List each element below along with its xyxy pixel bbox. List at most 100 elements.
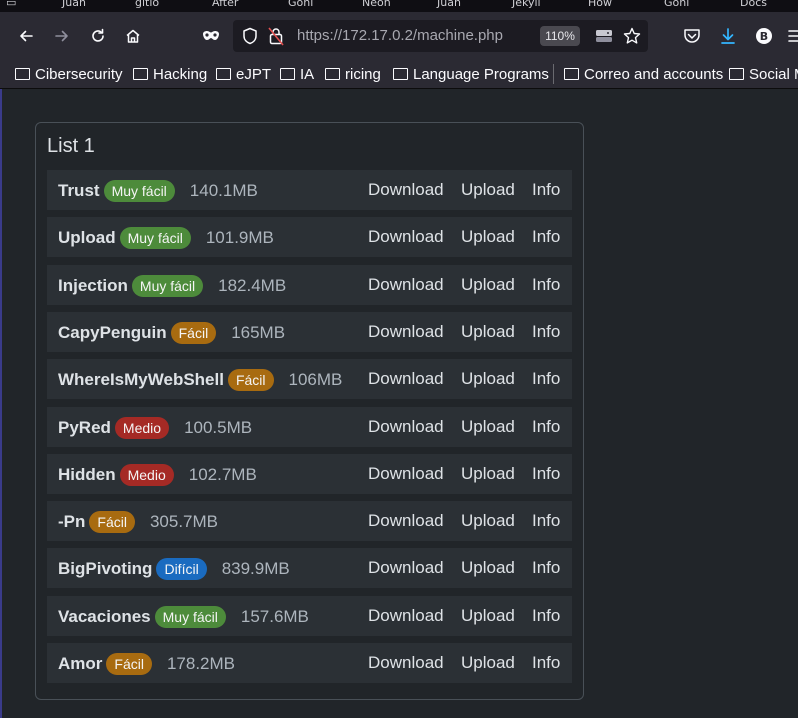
machine-name: Hidden (58, 465, 116, 484)
info-link[interactable]: Info (532, 606, 560, 626)
info-link[interactable]: Info (532, 275, 560, 295)
upload-link[interactable]: Upload (461, 606, 515, 626)
tab-7[interactable]: Jekyll (512, 0, 541, 10)
tab-3[interactable]: After (212, 0, 238, 10)
bookmark-folder-language-programs[interactable]: Language Programs (393, 64, 549, 84)
upload-link[interactable]: Upload (461, 653, 515, 673)
difficulty-badge: Muy fácil (119, 227, 191, 249)
insecure-lock-icon[interactable] (268, 26, 284, 50)
url-bar[interactable]: https://172.17.0.2/machine.php 110% (233, 20, 648, 52)
bookmark-folder-ricing[interactable]: ricing (325, 64, 381, 84)
tab-10[interactable]: Docs (740, 0, 767, 10)
download-link[interactable]: Download (368, 464, 444, 484)
url-text[interactable]: https://172.17.0.2/machine.php (297, 27, 503, 44)
upload-link[interactable]: Upload (461, 369, 515, 389)
machine-name: Vacaciones (58, 607, 151, 626)
upload-link[interactable]: Upload (461, 417, 515, 437)
upload-link[interactable]: Upload (461, 511, 515, 531)
zoom-level-badge[interactable]: 110% (540, 26, 580, 46)
folder-icon (393, 68, 408, 80)
info-link[interactable]: Info (532, 558, 560, 578)
download-link[interactable]: Download (368, 511, 444, 531)
machine-list-card: List 1 Trust Muy fácil 140.1MB Download Uplo… (35, 122, 584, 700)
download-link[interactable]: Download (368, 275, 444, 295)
download-link[interactable]: Download (368, 653, 444, 673)
bookmark-folder-hacking[interactable]: Hacking (133, 64, 207, 84)
tab-list-icon[interactable]: ▭ (6, 0, 16, 10)
machine-name: -Pn (58, 512, 86, 531)
machine-row: Vacaciones Muy fácil 157.6MB Download Upload… (47, 596, 572, 636)
info-link[interactable]: Info (532, 180, 560, 200)
info-link[interactable]: Info (532, 511, 560, 531)
difficulty-badge: Medio (114, 417, 170, 439)
tab-9[interactable]: Goni (664, 0, 689, 10)
machine-info: WhereIsMyWebShell Fácil 106MB (58, 369, 342, 391)
navigation-toolbar: https://172.17.0.2/machine.php 110% B (0, 12, 798, 60)
reload-icon[interactable] (86, 24, 110, 48)
info-link[interactable]: Info (532, 322, 560, 342)
machine-size: 182.4MB (218, 276, 287, 295)
machine-size: 101.9MB (205, 228, 274, 247)
machine-row: PyRed Medio 100.5MB Download Upload Info (47, 407, 572, 447)
difficulty-badge: Muy fácil (131, 275, 204, 297)
info-link[interactable]: Info (532, 369, 560, 389)
bookmark-folder-ia[interactable]: IA (280, 64, 314, 84)
tab-4[interactable]: Goni (288, 0, 313, 10)
tab-8[interactable]: How (588, 0, 612, 10)
info-link[interactable]: Info (532, 464, 560, 484)
machine-info: -Pn Fácil 305.7MB (58, 511, 218, 533)
info-link[interactable]: Info (532, 417, 560, 437)
download-link[interactable]: Download (368, 606, 444, 626)
extension-b-icon[interactable]: B (752, 24, 776, 48)
machine-name: WhereIsMyWebShell (58, 370, 224, 389)
info-link[interactable]: Info (532, 227, 560, 247)
download-link[interactable]: Download (368, 322, 444, 342)
machine-row: BigPivoting Difícil 839.9MB Download Upload I… (47, 548, 572, 588)
home-icon[interactable] (121, 24, 145, 48)
private-mask-icon[interactable] (199, 24, 223, 48)
upload-link[interactable]: Upload (461, 275, 515, 295)
upload-link[interactable]: Upload (461, 322, 515, 342)
machine-info: Trust Muy fácil 140.1MB (58, 180, 258, 202)
upload-link[interactable]: Upload (461, 464, 515, 484)
machine-size: 165MB (231, 323, 286, 342)
tab-strip: ▭ Juan gitio After Goni Neon Juan Jekyll… (0, 0, 798, 12)
bookmark-folder-social-media[interactable]: Social M (729, 64, 798, 84)
machine-row: Upload Muy fácil 101.9MB Download Upload Info (47, 217, 572, 257)
download-icon[interactable] (716, 24, 740, 48)
machine-size: 102.7MB (188, 465, 257, 484)
drive-icon[interactable] (595, 28, 613, 48)
bookmark-folder-cibersecurity[interactable]: Cibersecurity (15, 64, 123, 84)
download-link[interactable]: Download (368, 180, 444, 200)
tab-6[interactable]: Juan (437, 0, 461, 10)
download-link[interactable]: Download (368, 417, 444, 437)
folder-icon (15, 68, 30, 80)
machine-name: Trust (58, 181, 100, 200)
shield-icon[interactable] (242, 27, 258, 49)
tab-5[interactable]: Neon (362, 0, 391, 10)
machine-name: Upload (58, 228, 116, 247)
upload-link[interactable]: Upload (461, 558, 515, 578)
bookmark-folder-ejpt[interactable]: eJPT (216, 64, 271, 84)
back-arrow-icon[interactable] (14, 24, 38, 48)
forward-arrow-icon[interactable] (50, 24, 74, 48)
folder-icon (325, 68, 340, 80)
bookmark-star-icon[interactable] (623, 27, 641, 49)
download-link[interactable]: Download (368, 227, 444, 247)
download-link[interactable]: Download (368, 369, 444, 389)
download-link[interactable]: Download (368, 558, 444, 578)
difficulty-badge: Medio (119, 464, 174, 486)
folder-icon (216, 68, 231, 80)
machine-row: WhereIsMyWebShell Fácil 106MB Download Uploa… (47, 359, 572, 399)
upload-link[interactable]: Upload (461, 227, 515, 247)
machine-row: Amor Fácil 178.2MB Download Upload Info (47, 643, 572, 683)
info-link[interactable]: Info (532, 653, 560, 673)
tab-2[interactable]: gitio (135, 0, 159, 10)
machine-info: BigPivoting Difícil 839.9MB (58, 558, 290, 580)
bookmark-folder-correo-and-accounts[interactable]: Correo and accounts (564, 64, 723, 84)
menu-icon[interactable] (784, 24, 798, 48)
pocket-icon[interactable] (680, 24, 704, 48)
tab-1[interactable]: Juan (62, 0, 86, 10)
folder-icon (133, 68, 148, 80)
upload-link[interactable]: Upload (461, 180, 515, 200)
